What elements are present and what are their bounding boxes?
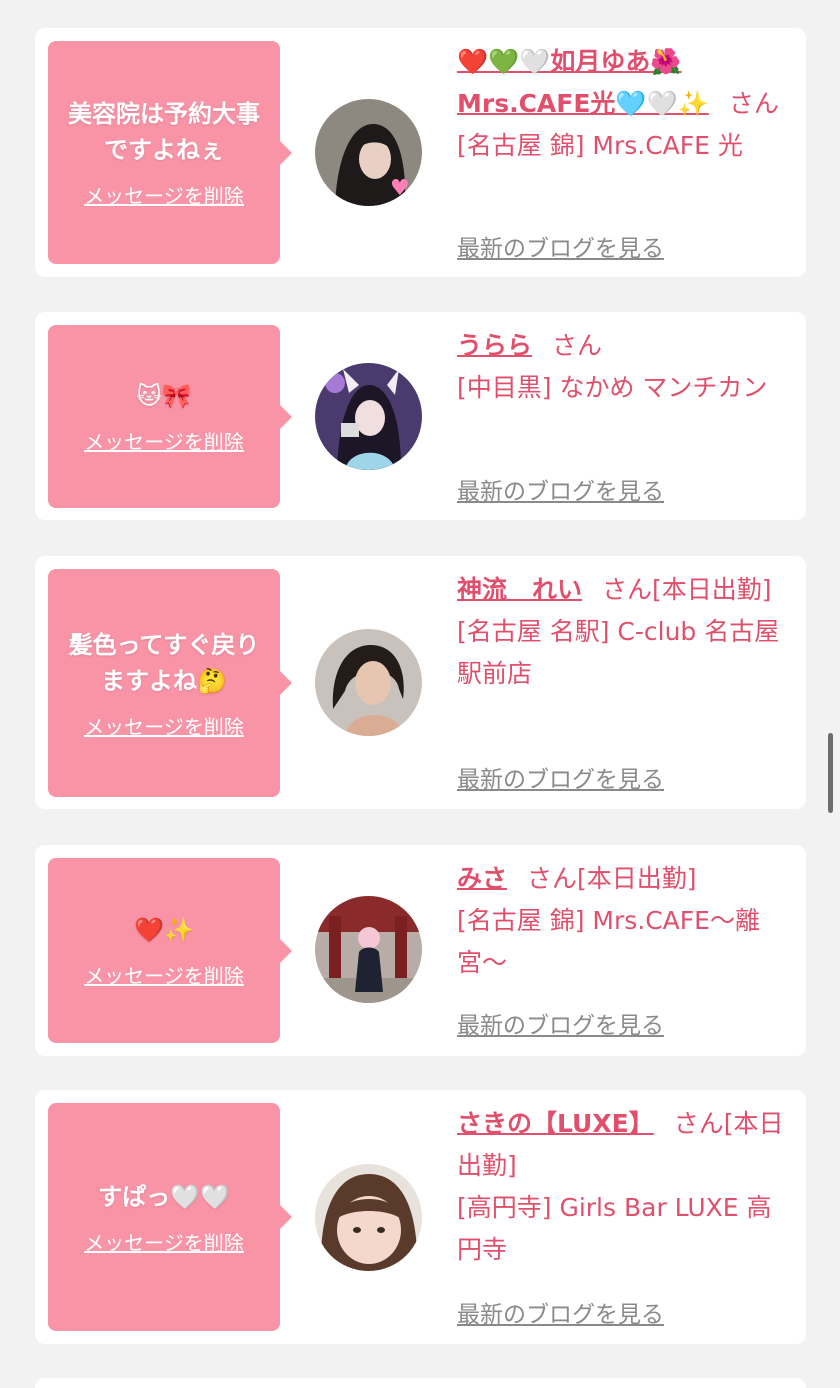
svg-text:♥: ♥ — [390, 176, 410, 201]
message-bubble: すぱっ🤍🤍 メッセージを削除 — [48, 1103, 292, 1331]
cast-info: うらら さん [中目黒] なかめ マンチカン — [457, 325, 795, 409]
shop-name: [名古屋 錦] Mrs.CAFE〜離宮〜 — [457, 906, 760, 977]
message-bubble: ❤️✨ メッセージを削除 — [48, 858, 292, 1043]
shop-name: [中目黒] なかめ マンチカン — [457, 373, 768, 402]
message-bubble: 美容院は予約大事 ですよねぇ メッセージを削除 — [48, 41, 292, 264]
cast-name-link[interactable]: うらら — [457, 331, 532, 360]
shop-name: [高円寺] Girls Bar LUXE 高円寺 — [457, 1193, 772, 1264]
honorific: さん — [527, 864, 578, 893]
cast-name-link[interactable]: みさ — [457, 864, 507, 893]
scrollbar[interactable] — [828, 733, 833, 813]
honorific: さん — [552, 331, 603, 360]
cast-info: 神流 れい さん[本日出勤] [名古屋 名駅] C-club 名古屋駅前店 — [457, 569, 795, 695]
message-text: ❤️✨ — [134, 916, 194, 944]
avatar-image — [315, 363, 422, 470]
latest-blog-link[interactable]: 最新のブログを見る — [457, 760, 664, 794]
honorific: さん — [673, 1109, 724, 1138]
avatar-image — [315, 629, 422, 736]
honorific: さん — [728, 89, 779, 118]
message-card: すぱっ🤍🤍 メッセージを削除 さきの【LUXE】 さん[本日出勤] [高円寺] G… — [35, 1090, 806, 1344]
cast-info: ❤️💚🤍如月ゆあ🌺Mrs.CAFE光🩵🤍✨ さん [名古屋 錦] Mrs.CAFE… — [457, 41, 795, 167]
delete-message-link[interactable]: メッセージを削除 — [84, 426, 244, 455]
avatar-image — [315, 1164, 422, 1271]
message-text: すぱっ🤍🤍 — [98, 1182, 230, 1211]
cast-name-link[interactable]: ❤️💚🤍如月ゆあ🌺Mrs.CAFE光🩵🤍✨ — [457, 47, 709, 118]
message-bubble: 髪色ってすぐ戻り ますよね🤔 メッセージを削除 — [48, 569, 292, 797]
avatar[interactable] — [315, 896, 422, 1003]
cast-name-link[interactable]: さきの【LUXE】 — [457, 1109, 654, 1138]
avatar[interactable] — [315, 629, 422, 736]
message-card: 🐱🎀 メッセージを削除 うらら さん [中目黒] なかめ マンチカン 最新のブログ… — [35, 312, 806, 520]
delete-message-link[interactable]: メッセージを削除 — [84, 180, 244, 209]
delete-message-link[interactable]: メッセージを削除 — [84, 711, 244, 740]
message-card: 髪色ってすぐ戻り ますよね🤔 メッセージを削除 神流 れい さん[本日出勤] [名… — [35, 556, 806, 809]
message-card: ❤️✨ メッセージを削除 みさ さん[本日出勤] [名古屋 錦] Mrs.CAFE… — [35, 845, 806, 1056]
avatar[interactable] — [315, 363, 422, 470]
delete-message-link[interactable]: メッセージを削除 — [84, 1227, 244, 1256]
work-status: [本日出勤] — [652, 575, 772, 604]
work-status: [本日出勤] — [577, 864, 697, 893]
latest-blog-link[interactable]: 最新のブログを見る — [457, 1295, 664, 1329]
shop-name: [名古屋 名駅] C-club 名古屋駅前店 — [457, 617, 780, 688]
message-card-partial — [35, 1378, 806, 1388]
cast-name-link[interactable]: 神流 れい — [457, 575, 582, 604]
honorific: さん — [602, 575, 653, 604]
message-bubble: 🐱🎀 メッセージを削除 — [48, 325, 292, 508]
latest-blog-link[interactable]: 最新のブログを見る — [457, 472, 664, 506]
latest-blog-link[interactable]: 最新のブログを見る — [457, 1006, 664, 1040]
latest-blog-link[interactable]: 最新のブログを見る — [457, 229, 664, 263]
avatar[interactable] — [315, 1164, 422, 1271]
shop-name: [名古屋 錦] Mrs.CAFE 光 — [457, 131, 743, 160]
avatar-image: ♥ — [315, 99, 422, 206]
cast-info: さきの【LUXE】 さん[本日出勤] [高円寺] Girls Bar LUXE 高… — [457, 1103, 795, 1271]
cast-info: みさ さん[本日出勤] [名古屋 錦] Mrs.CAFE〜離宮〜 — [457, 858, 795, 984]
message-text: 髪色ってすぐ戻り ますよね🤔 — [68, 630, 260, 695]
avatar-image — [315, 896, 422, 1003]
message-card: 美容院は予約大事 ですよねぇ メッセージを削除 ♥ ❤️💚🤍如月ゆあ🌺Mrs.C… — [35, 28, 806, 277]
message-text: 美容院は予約大事 ですよねぇ — [68, 100, 260, 164]
message-text: 🐱🎀 — [136, 382, 192, 410]
avatar[interactable]: ♥ — [315, 99, 422, 206]
delete-message-link[interactable]: メッセージを削除 — [84, 960, 244, 989]
